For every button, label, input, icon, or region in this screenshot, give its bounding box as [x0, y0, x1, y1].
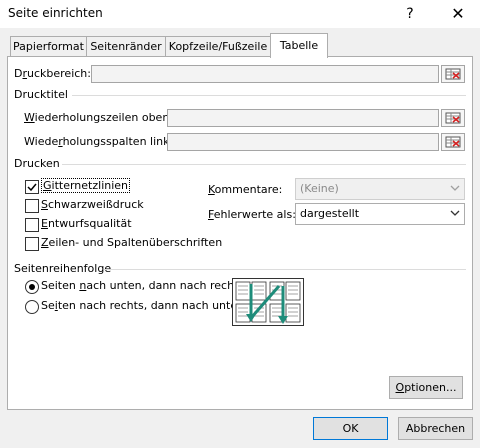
chevron-down-icon	[446, 179, 464, 199]
draft-quality-label: Entwurfsqualität	[41, 217, 132, 230]
rows-repeat-ref-button[interactable]	[441, 109, 465, 127]
errors-select[interactable]: dargestellt	[295, 203, 465, 225]
rows-repeat-field[interactable]	[167, 109, 439, 127]
blackwhite-label: Schwarzweißdruck	[41, 198, 144, 211]
comments-label: Kommentare:	[208, 183, 283, 196]
row-col-headings-label: Zeilen- und Spaltenüberschriften	[41, 236, 223, 249]
group-divider	[104, 269, 466, 270]
ok-button[interactable]: OK	[313, 417, 388, 440]
blackwhite-checkbox[interactable]	[25, 199, 39, 213]
page-order-preview-icon	[232, 278, 304, 326]
options-button[interactable]: Optionen...	[389, 376, 463, 399]
draft-quality-checkbox[interactable]	[25, 218, 39, 232]
order-down-then-over-radio[interactable]	[25, 280, 39, 294]
radio-dot	[29, 284, 35, 290]
print-area-label: Druckbereich:	[14, 67, 91, 80]
group-divider	[72, 95, 466, 96]
cols-repeat-field[interactable]	[167, 133, 439, 151]
order-over-then-down-label: Seiten nach rechts, dann nach unten	[41, 299, 245, 312]
row-col-headings-checkbox[interactable]	[25, 237, 39, 251]
cancel-button[interactable]: Abbrechen	[398, 417, 473, 440]
page-order-group-label: Seitenreihenfolge	[14, 262, 112, 275]
collapse-dialog-icon	[445, 112, 461, 124]
errors-label: Fehlerwerte als:	[208, 208, 296, 221]
print-titles-group-label: Drucktitel	[14, 88, 68, 101]
gridlines-checkbox[interactable]	[25, 180, 39, 194]
comments-value: (Keine)	[300, 182, 339, 195]
print-group-label: Drucken	[14, 157, 60, 170]
group-divider	[62, 164, 466, 165]
collapse-dialog-icon	[445, 68, 461, 80]
checkmark-icon	[27, 183, 37, 192]
errors-value: dargestellt	[300, 207, 360, 220]
cols-repeat-ref-button[interactable]	[441, 133, 465, 151]
gridlines-label: Gitternetzlinien	[41, 178, 131, 193]
order-down-then-over-label: Seiten nach unten, dann nach rechts	[41, 279, 245, 292]
print-area-field[interactable]	[91, 65, 439, 83]
order-over-then-down-radio[interactable]	[25, 300, 39, 314]
rows-repeat-label: Wiederholungszeilen oben:	[24, 111, 174, 124]
print-area-ref-button[interactable]	[441, 65, 465, 83]
chevron-down-icon	[446, 204, 464, 224]
comments-select[interactable]: (Keine)	[295, 178, 465, 200]
cols-repeat-label: Wiederholungsspalten links:	[24, 135, 179, 148]
collapse-dialog-icon	[445, 136, 461, 148]
